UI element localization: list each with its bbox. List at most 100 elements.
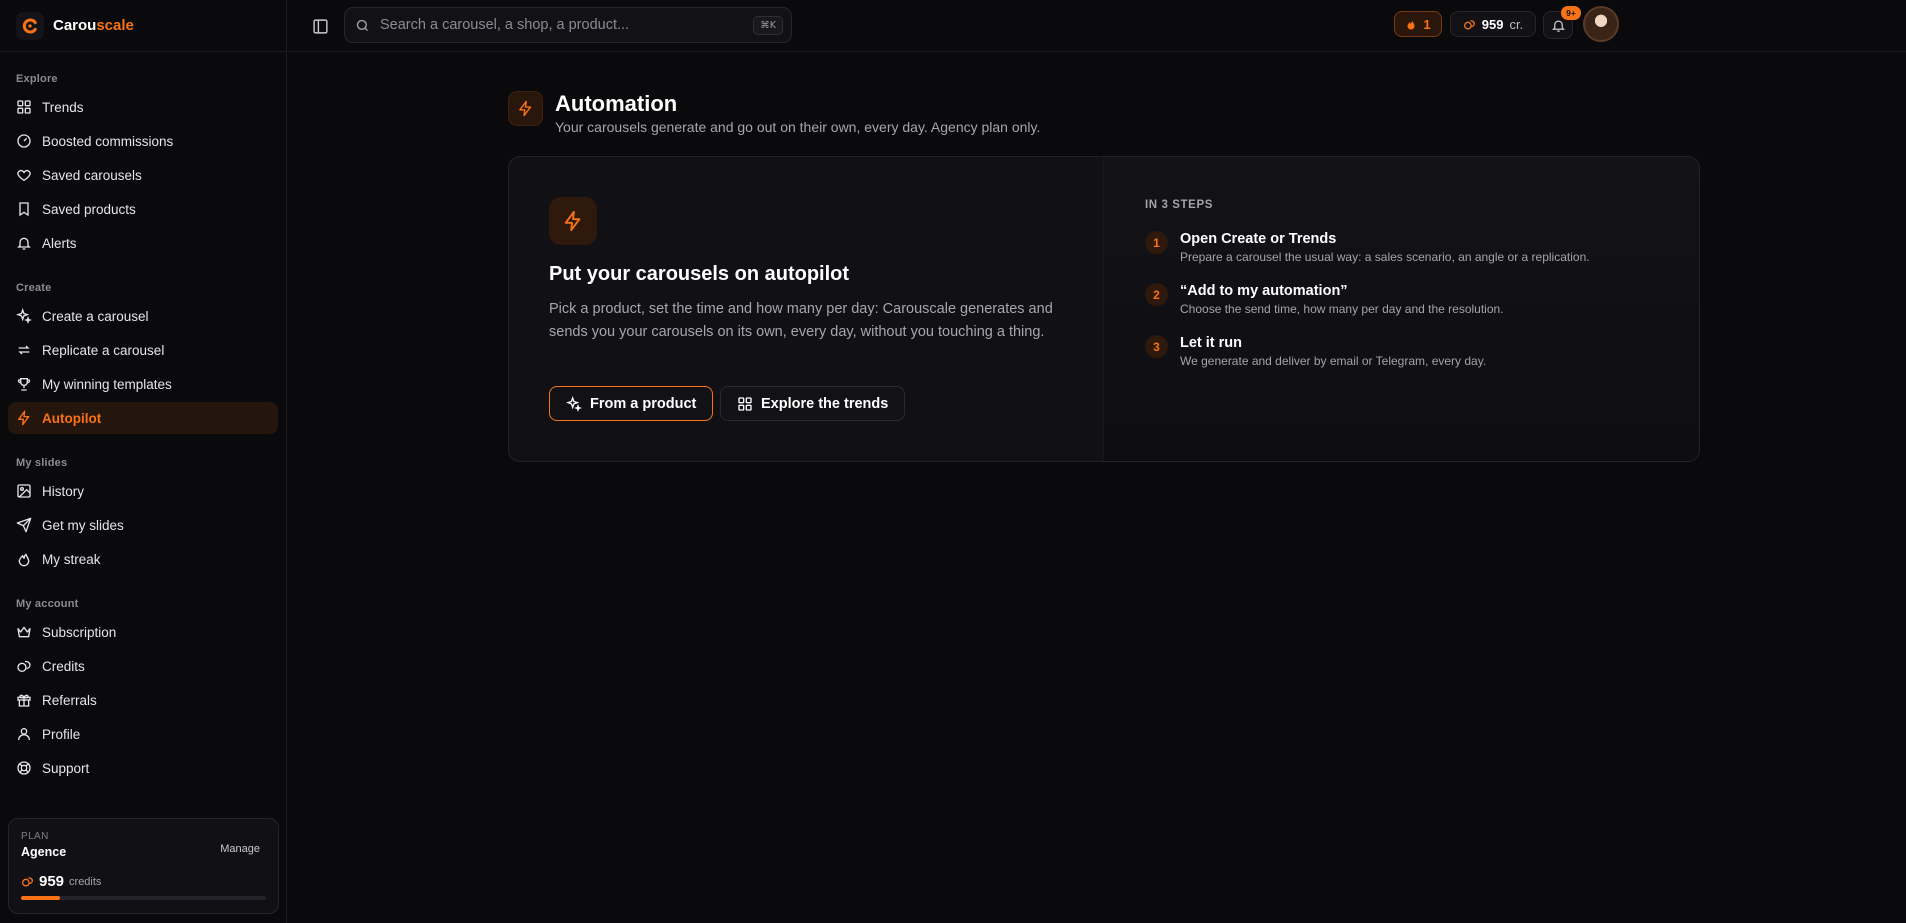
plan-card: PLAN Agence Manage 959 credits	[8, 818, 279, 914]
sidebar-item-subscription[interactable]: Subscription	[8, 616, 278, 648]
sidebar-item-label: Credits	[42, 658, 85, 674]
card-description: Pick a product, set the time and how man…	[549, 301, 1053, 340]
coins-icon	[1463, 19, 1475, 29]
sidebar-item-label: Support	[42, 760, 90, 776]
sidebar-item-label: Create a carousel	[42, 308, 149, 324]
sidebar-item-label: Referrals	[42, 692, 97, 708]
search-icon	[356, 19, 368, 31]
sidebar-item-boosted-commissions[interactable]: Boosted commissions	[8, 125, 278, 157]
user-icon	[18, 728, 30, 741]
zap-icon	[549, 197, 597, 245]
button-label: Explore the trends	[761, 395, 889, 412]
step-item: 2 “Add to my automation” Choose the send…	[1145, 282, 1504, 316]
sidebar-item-credits[interactable]: Credits	[8, 650, 278, 682]
sidebar-item-label: Boosted commissions	[42, 133, 174, 149]
nav-heading-create: Create	[16, 282, 52, 294]
sidebar-item-history[interactable]: History	[8, 475, 278, 507]
sidebar-item-label: History	[42, 483, 85, 499]
step-description: Choose the send time, how many per day a…	[1180, 302, 1504, 316]
heart-icon	[17, 169, 31, 182]
streak-pill[interactable]: 1	[1394, 11, 1442, 37]
plan-credits-value: 959	[39, 873, 65, 890]
coins-icon	[21, 877, 34, 887]
plan-credits-unit: credits	[69, 875, 102, 888]
plan-manage-button[interactable]: Manage	[220, 843, 260, 855]
sidebar-item-saved-products[interactable]: Saved products	[8, 193, 278, 225]
nav-section-explore: Explore Trends Boosted commissions Saved…	[0, 62, 286, 259]
sidebar-item-alerts[interactable]: Alerts	[8, 227, 278, 259]
streak-count: 1	[1423, 16, 1431, 32]
notifications-button[interactable]: 9+	[1543, 6, 1581, 39]
plan-credits: 959 credits	[21, 873, 266, 890]
grid-icon	[738, 396, 752, 411]
zap-icon	[18, 410, 30, 426]
sidebar-item-label: Saved products	[42, 201, 136, 217]
lifebuoy-icon	[17, 761, 31, 775]
credits-pill[interactable]: 959 cr.	[1450, 11, 1536, 37]
sidebar-item-create-carousel[interactable]: Create a carousel	[8, 300, 278, 332]
sidebar-nav: Explore Trends Boosted commissions Saved…	[0, 52, 286, 784]
card-title: Put your carousels on autopilot	[549, 263, 850, 285]
step-description: We generate and deliver by email or Tele…	[1180, 354, 1487, 368]
coins-icon	[17, 660, 31, 672]
autopilot-card: Put your carousels on autopilot Pick a p…	[508, 156, 1700, 462]
brand-name: Carouscale	[53, 17, 134, 34]
button-label: From a product	[590, 395, 697, 412]
trophy-icon	[17, 378, 31, 391]
panel-left-icon	[312, 18, 328, 34]
sidebar-item-my-streak[interactable]: My streak	[8, 543, 278, 575]
nav-heading-my-account: My account	[16, 598, 79, 610]
step-title: “Add to my automation”	[1180, 283, 1348, 299]
crown-icon	[17, 626, 31, 638]
sidebar-item-label: Alerts	[42, 235, 77, 251]
sidebar-toggle-button[interactable]	[308, 14, 332, 38]
gift-icon	[17, 694, 31, 707]
sidebar-item-winning-templates[interactable]: My winning templates	[8, 368, 278, 400]
page-title: Automation	[555, 91, 678, 116]
sidebar-item-referrals[interactable]: Referrals	[8, 684, 278, 716]
step-number: 3	[1145, 335, 1168, 358]
brand[interactable]: Carouscale	[0, 0, 286, 52]
credits-count: 959	[1481, 16, 1504, 32]
sidebar-item-saved-carousels[interactable]: Saved carousels	[8, 159, 278, 191]
plan-usage-bar-fill	[21, 896, 61, 900]
nav-heading-my-slides: My slides	[16, 457, 68, 469]
sidebar-item-label: My winning templates	[42, 376, 172, 392]
sidebar-item-get-my-slides[interactable]: Get my slides	[8, 509, 278, 541]
step-number: 1	[1145, 231, 1168, 254]
nav-section-my-account: My account Subscription Credits Referral…	[0, 587, 286, 784]
sidebar-item-label: Get my slides	[42, 517, 124, 533]
sidebar-item-label: Subscription	[42, 624, 117, 640]
page-header: Automation Your carousels generate and g…	[508, 91, 1040, 135]
search-bar[interactable]: ⌘K	[344, 7, 792, 43]
nav-section-create: Create Create a carousel Replicate a car…	[0, 271, 286, 434]
avatar[interactable]	[1583, 6, 1619, 42]
sidebar-item-replicate-carousel[interactable]: Replicate a carousel	[8, 334, 278, 366]
explore-trends-button[interactable]: Explore the trends	[720, 386, 906, 421]
nav-section-my-slides: My slides History Get my slides My strea…	[0, 446, 286, 575]
step-number: 2	[1145, 283, 1168, 306]
gauge-icon	[17, 134, 31, 148]
sidebar-item-profile[interactable]: Profile	[8, 718, 278, 750]
sidebar-item-label: My streak	[42, 551, 101, 567]
zap-icon	[508, 91, 543, 126]
sparkles-icon	[16, 308, 32, 324]
step-title: Let it run	[1180, 335, 1243, 351]
sidebar-item-label: Replicate a carousel	[42, 342, 165, 358]
plan-label: PLAN	[21, 831, 49, 842]
sidebar-item-autopilot[interactable]: Autopilot	[8, 402, 278, 434]
sidebar: Carouscale Explore Trends Boosted commis…	[0, 0, 287, 923]
sidebar-item-label: Autopilot	[42, 410, 102, 426]
credits-unit: cr.	[1509, 16, 1524, 32]
send-icon	[16, 517, 32, 533]
plan-usage-bar	[21, 896, 266, 900]
flame-icon	[1407, 20, 1415, 29]
sidebar-item-trends[interactable]: Trends	[8, 91, 278, 123]
nav-heading-explore: Explore	[16, 73, 58, 85]
sidebar-item-label: Trends	[42, 99, 84, 115]
notifications-badge: 9+	[1561, 6, 1581, 20]
search-input[interactable]	[380, 17, 760, 33]
sidebar-item-support[interactable]: Support	[8, 752, 278, 784]
from-product-button[interactable]: From a product	[549, 386, 714, 421]
grid-icon	[17, 100, 31, 114]
